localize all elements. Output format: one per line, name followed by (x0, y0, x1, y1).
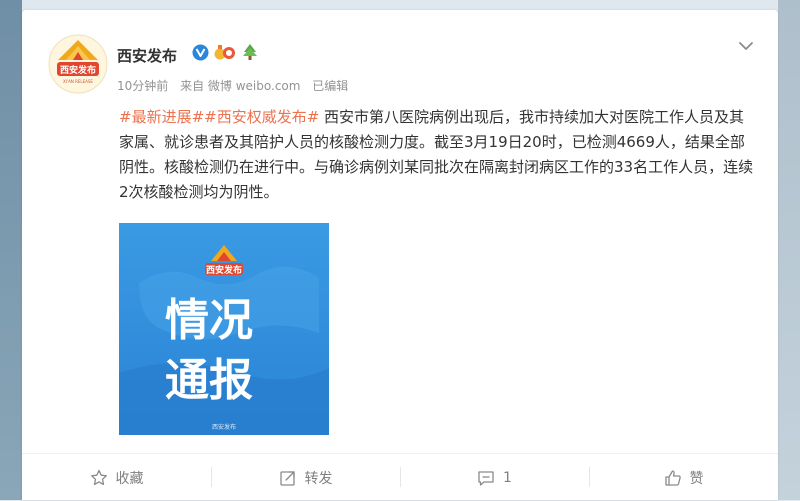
favorite-label: 收藏 (115, 470, 144, 487)
like-label: 赞 (689, 470, 704, 487)
comment-icon (478, 470, 494, 486)
image-logo-text: 西安发布 (206, 264, 242, 276)
star-icon (90, 469, 107, 485)
image-watermark: 西安发布 (212, 423, 236, 431)
chevron-down-icon[interactable] (736, 36, 756, 56)
account-name[interactable]: 西安发布 (117, 45, 177, 66)
post-edited-label[interactable]: 已编辑 (312, 79, 348, 93)
thumbs-up-icon (664, 469, 681, 486)
account-badges (192, 43, 259, 61)
repost-button[interactable]: 转发 (211, 454, 400, 501)
comment-button[interactable]: 1 (400, 454, 589, 501)
medal-icon[interactable] (214, 43, 236, 61)
avatar-logo-subtext: XI'AN RELEASE (63, 79, 93, 84)
like-button[interactable]: 赞 (589, 454, 778, 501)
post-time[interactable]: 10分钟前 (117, 79, 168, 93)
weibo-post-card: 西安发布 XI'AN RELEASE 西安发布 10分钟前 来自 微博 weib… (22, 10, 778, 500)
topic-link-latest-progress[interactable]: #最新进展# (119, 108, 204, 126)
topic-link-xian-official[interactable]: #西安权威发布# (204, 108, 319, 126)
post-image[interactable]: 西安发布 情况 通报 西安发布 (119, 223, 329, 435)
verified-icon[interactable] (192, 44, 209, 61)
comment-count: 1 (503, 469, 512, 486)
post-source[interactable]: 来自 微博 weibo.com (180, 79, 300, 93)
repost-label: 转发 (304, 470, 333, 487)
account-avatar[interactable]: 西安发布 XI'AN RELEASE (48, 34, 108, 94)
background-right (778, 0, 800, 500)
avatar-logo-text: 西安发布 (60, 64, 96, 76)
background-left (0, 0, 22, 500)
post-actions-bar: 收藏 转发 1 赞 (22, 453, 778, 501)
image-title-line1: 情况 (165, 295, 253, 346)
public-welfare-icon[interactable] (241, 43, 259, 61)
post-meta: 10分钟前 来自 微博 weibo.com 已编辑 (117, 77, 356, 94)
repost-icon (279, 470, 295, 486)
image-title-line2: 通报 (165, 355, 253, 406)
favorite-button[interactable]: 收藏 (22, 454, 211, 501)
post-text: #最新进展##西安权威发布# 西安市第八医院病例出现后，我市持续加大对医院工作人… (119, 105, 754, 205)
